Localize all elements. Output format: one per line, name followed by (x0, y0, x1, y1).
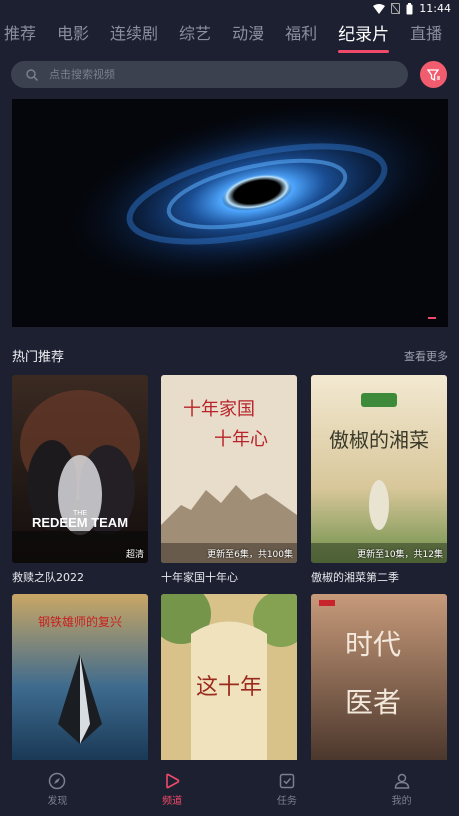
filter-icon (426, 68, 440, 81)
tab-movies[interactable]: 电影 (57, 20, 89, 44)
video-poster[interactable]: 这十年 (161, 594, 297, 782)
video-poster[interactable]: REDEEM TEAM THE 超清 (12, 375, 148, 563)
search-input[interactable] (47, 67, 351, 82)
video-card[interactable]: 钢铁雄师的复兴 (12, 594, 148, 782)
featured-banner[interactable] (12, 99, 448, 327)
video-title: 救赎之队2022 (12, 571, 84, 584)
tab-series[interactable]: 连续剧 (110, 20, 158, 44)
video-poster[interactable]: 十年家国 十年心 更新至6集，共100集 (161, 375, 297, 563)
search-icon (26, 68, 39, 81)
task-icon (279, 773, 295, 789)
filter-button[interactable] (420, 61, 447, 88)
video-card[interactable]: 这十年 (161, 594, 297, 782)
nav-label: 任务 (276, 796, 297, 807)
status-bar: 11:44 (0, 0, 459, 18)
tab-variety[interactable]: 综艺 (179, 20, 211, 44)
user-icon (394, 773, 409, 789)
video-poster[interactable]: 傲椒的湘菜 更新至10集，共12集 (311, 375, 447, 563)
tab-live[interactable]: 直播 (410, 20, 442, 44)
poster-image: 钢铁雄师的复兴 (12, 594, 148, 782)
play-icon (166, 773, 180, 789)
video-card[interactable]: 时代 医者 (311, 594, 447, 782)
no-sim-icon (391, 3, 401, 14)
section-title: 热门推荐 (12, 350, 65, 365)
nav-label: 频道 (162, 796, 183, 807)
video-title: 十年家国十年心 (161, 571, 238, 584)
svg-text:十年心: 十年心 (214, 429, 268, 450)
svg-text:医者: 医者 (345, 686, 401, 719)
poster-image: 傲椒的湘菜 (311, 375, 447, 563)
nav-label: 我的 (391, 796, 412, 807)
status-time: 11:44 (419, 2, 451, 15)
svg-text:钢铁雄师的复兴: 钢铁雄师的复兴 (38, 614, 122, 629)
nav-label: 发现 (47, 796, 68, 807)
nav-channel[interactable]: 频道 (115, 760, 230, 816)
tab-documentary[interactable]: 纪录片 (338, 20, 390, 53)
banner-image (12, 99, 448, 327)
poster-image: 这十年 (161, 594, 297, 782)
video-poster[interactable]: 时代 医者 (311, 594, 447, 782)
battery-icon (406, 2, 413, 14)
tab-welfare[interactable]: 福利 (285, 20, 317, 44)
video-poster[interactable]: 钢铁雄师的复兴 (12, 594, 148, 782)
banner-page-indicator (428, 317, 436, 319)
video-title: 傲椒的湘菜第二季 (311, 571, 399, 584)
svg-text:时代: 时代 (345, 628, 401, 661)
quality-badge: 超清 (125, 550, 144, 560)
search-bar[interactable] (11, 61, 408, 88)
nav-discover[interactable]: 发现 (0, 760, 115, 816)
svg-text:傲椒的湘菜: 傲椒的湘菜 (329, 428, 429, 452)
svg-text:这十年: 这十年 (196, 675, 262, 700)
bottom-nav: 发现 频道 任务 我的 (0, 760, 459, 816)
view-more-link[interactable]: 查看更多 (404, 348, 448, 364)
svg-text:REDEEM TEAM: REDEEM TEAM (32, 515, 128, 530)
episode-badge: 更新至6集，共100集 (207, 550, 293, 560)
nav-tasks[interactable]: 任务 (230, 760, 345, 816)
active-tab-indicator (338, 50, 390, 53)
hot-recommend-header: 热门推荐 查看更多 (12, 346, 448, 366)
tab-anime[interactable]: 动漫 (232, 20, 264, 44)
status-icons: 11:44 (373, 2, 451, 15)
category-tabs: 推荐 电影 连续剧 综艺 动漫 福利 纪录片 直播 (0, 20, 459, 53)
svg-text:THE: THE (73, 510, 87, 517)
tab-recommend[interactable]: 推荐 (4, 20, 36, 44)
episode-badge: 更新至10集，共12集 (357, 550, 443, 560)
svg-text:十年家国: 十年家国 (183, 399, 255, 420)
nav-profile[interactable]: 我的 (344, 760, 459, 816)
video-card[interactable]: REDEEM TEAM THE 超清 救赎之队2022 (12, 375, 148, 585)
video-card[interactable]: 十年家国 十年心 更新至6集，共100集 十年家国十年心 (161, 375, 297, 585)
poster-image: 十年家国 十年心 (161, 375, 297, 563)
poster-image: 时代 医者 (311, 594, 447, 782)
compass-icon (49, 772, 66, 790)
poster-image: REDEEM TEAM THE (12, 375, 148, 563)
video-card[interactable]: 傲椒的湘菜 更新至10集，共12集 傲椒的湘菜第二季 (311, 375, 447, 585)
wifi-icon (373, 3, 386, 14)
